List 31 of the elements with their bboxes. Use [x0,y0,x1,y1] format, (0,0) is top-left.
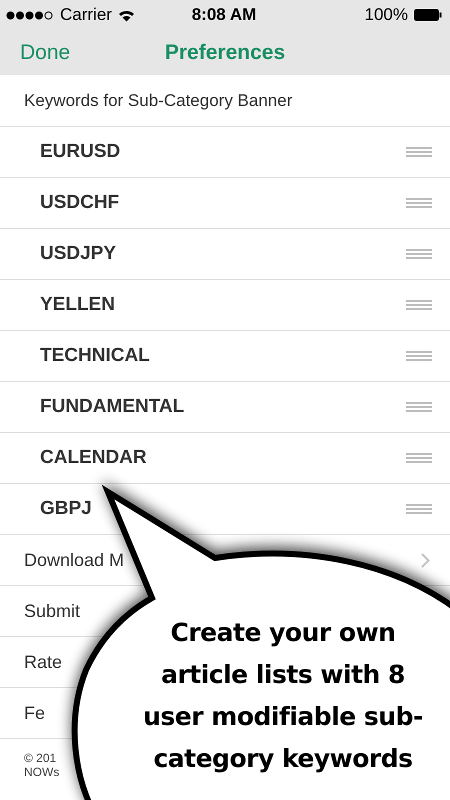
keyword-label: FUNDAMENTAL [40,396,184,418]
keyword-label: USDCHF [40,192,120,214]
battery-icon [414,9,442,21]
keyword-label: EURUSD [40,141,120,163]
menu-item[interactable]: Download M [24,550,124,570]
section-header: Keywords for Sub-Category Banner [24,90,292,110]
menu-item[interactable]: Fe [24,702,46,724]
nav-title: Preferences [164,40,286,64]
reorder-handle-icon[interactable] [406,351,432,361]
keyword-label: GBPJ [40,498,92,520]
battery-percent: 100% [364,5,408,25]
reorder-handle-icon[interactable] [406,504,432,514]
footer-text: NOWs [24,765,60,779]
carrier-name: Carrier [60,5,112,25]
callout-text: Create your own article lists with 8 user modifiable sub-category keywords [142,617,424,775]
reorder-handle-icon[interactable] [406,147,432,157]
signal-icon [6,10,54,20]
reorder-handle-icon[interactable] [406,300,432,310]
menu-item[interactable]: Rate [24,652,62,672]
footer-text: © 201 [24,751,56,765]
reorder-handle-icon[interactable] [406,453,432,463]
keyword-label: TECHNICAL [40,345,150,367]
keyword-label: CALENDAR [40,447,147,469]
status-time: 8:08 AM [192,5,256,25]
reorder-handle-icon[interactable] [406,402,432,412]
wifi-icon [118,8,135,22]
reorder-handle-icon[interactable] [406,198,432,208]
reorder-handle-icon[interactable] [406,249,432,259]
keyword-label: YELLEN [40,294,115,316]
keyword-label: USDJPY [40,243,116,265]
menu-item[interactable]: Submit [24,600,80,622]
